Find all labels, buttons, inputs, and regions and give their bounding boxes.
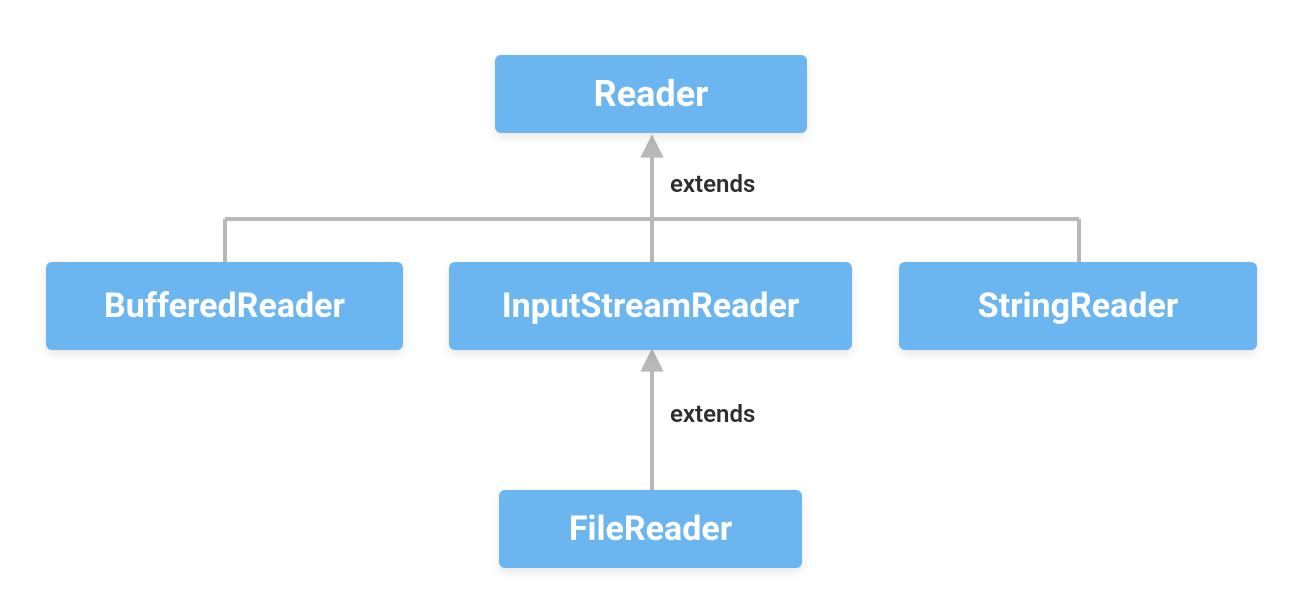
edge-label-file-to-inputstream-text: extends: [670, 400, 755, 428]
node-reader-label: Reader: [594, 73, 709, 115]
edge-label-mid-to-reader-text: extends: [670, 170, 755, 198]
node-inputstream-reader-label: InputStreamReader: [502, 286, 800, 326]
node-buffered-reader: BufferedReader: [46, 262, 403, 350]
edge-label-file-to-inputstream: extends: [670, 400, 755, 428]
edge-label-mid-to-reader: extends: [670, 170, 755, 198]
node-reader: Reader: [495, 55, 807, 133]
node-string-reader: StringReader: [899, 262, 1257, 350]
node-file-reader-label: FileReader: [569, 509, 732, 549]
node-inputstream-reader: InputStreamReader: [449, 262, 852, 350]
node-file-reader: FileReader: [499, 490, 802, 568]
node-buffered-reader-label: BufferedReader: [104, 286, 345, 326]
node-string-reader-label: StringReader: [978, 286, 1179, 326]
